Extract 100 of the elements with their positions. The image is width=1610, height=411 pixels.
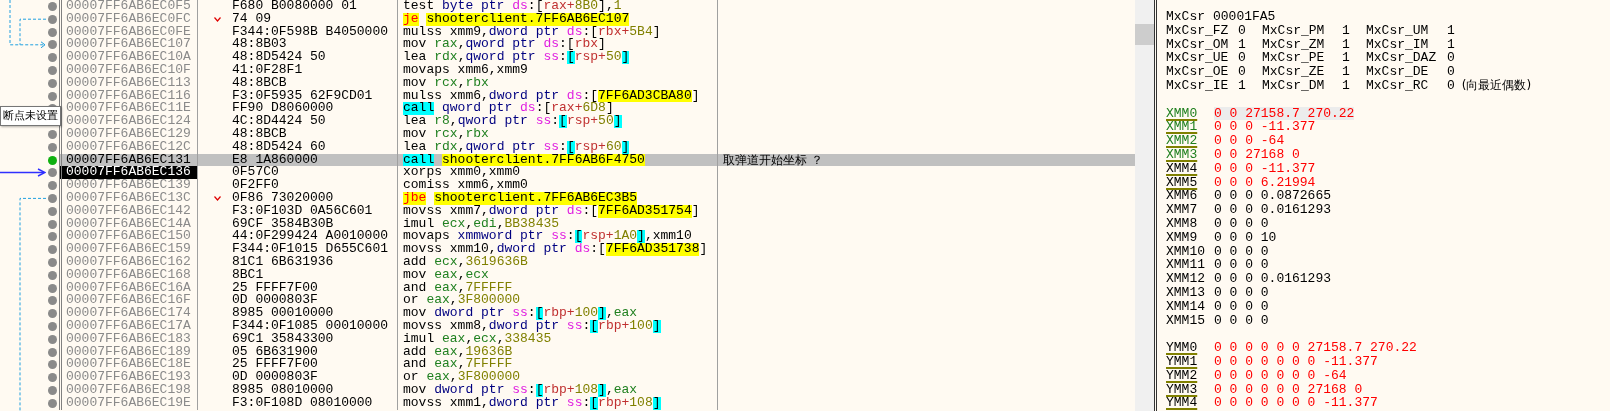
register-name[interactable]: XMM1 <box>1166 120 1214 135</box>
register-value[interactable]: 0 0 0 0 0 0 27168 0 <box>1214 382 1363 397</box>
breakpoint-dot-icon[interactable] <box>48 78 57 88</box>
register-name[interactable]: XMM8 <box>1166 216 1214 231</box>
register-value[interactable]: 0 0 0 0 0 0 0 -11.377 <box>1214 354 1378 369</box>
flag-value: 1 <box>1447 37 1455 52</box>
register-value[interactable]: 0 0 0 0 <box>1214 285 1269 300</box>
comment-cell: 取弹道开始坐标 ？ <box>723 152 823 167</box>
breakpoint-dot-icon[interactable] <box>48 91 57 101</box>
breakpoint-dot-icon[interactable] <box>48 245 57 255</box>
register-value[interactable]: 0 0 0 0.0161293 <box>1214 203 1332 217</box>
register-value[interactable]: 0 0 0 0 0 0 0 -64 <box>1214 368 1347 383</box>
register-name[interactable]: XMM15 <box>1166 313 1214 328</box>
address-cell: 00007FF6AB6EC189 <box>59 345 198 359</box>
flag-value: 0 <box>1447 79 1455 93</box>
register-name[interactable]: XMM6 <box>1166 189 1214 204</box>
breakpoint-dot-icon[interactable] <box>48 257 57 267</box>
bytes-cell: 44:0F299424 A0010000 <box>232 228 389 244</box>
breakpoint-dot-icon[interactable] <box>48 2 57 11</box>
breakpoint-dot-icon[interactable] <box>48 155 57 165</box>
address-cell: 00007FF6AB6EC0F5 <box>59 0 198 13</box>
register-value[interactable]: 0 0 0 -64 <box>1214 134 1285 148</box>
breakpoint-dot-icon[interactable] <box>48 385 57 395</box>
breakpoint-dot-icon[interactable] <box>48 14 57 24</box>
register-value[interactable]: 0 0 0 0 <box>1214 258 1269 273</box>
register-name[interactable]: XMM2 <box>1166 134 1214 148</box>
register-name[interactable]: XMM3 <box>1166 147 1214 162</box>
register-name[interactable]: YMM3 <box>1166 382 1214 397</box>
breakpoint-dot-icon[interactable] <box>48 296 57 306</box>
address-cell: 00007FF6AB6EC150 <box>59 230 198 244</box>
register-value[interactable]: 0 0 0 0 <box>1214 216 1269 231</box>
address-cell: 00007FF6AB6EC107 <box>59 38 198 52</box>
breakpoint-dot-icon[interactable] <box>48 129 57 139</box>
address-cell: 00007FF6AB6EC162 <box>59 255 198 269</box>
register-name[interactable]: YMM4 <box>1166 396 1214 411</box>
flag-name: MxCsr_OE <box>1166 65 1230 79</box>
register-value[interactable]: 0 0 0 10 <box>1214 230 1277 245</box>
breakpoint-dot-icon[interactable] <box>48 334 57 344</box>
flag-value: 1 <box>1342 79 1350 93</box>
breakpoint-dot-icon[interactable] <box>48 219 57 229</box>
register-value[interactable]: 0 0 0 -11.377 <box>1214 161 1316 176</box>
breakpoint-dot-icon[interactable] <box>48 181 57 191</box>
register-name[interactable]: XMM12 <box>1166 272 1214 286</box>
bytes-cell: 48:8BCB <box>232 74 287 90</box>
scrollbar-thumb[interactable] <box>1135 24 1154 45</box>
flag-name: MxCsr_OM <box>1166 37 1230 52</box>
breakpoint-dot-icon[interactable] <box>48 168 57 178</box>
breakpoint-dot-icon[interactable] <box>48 309 57 319</box>
breakpoint-dot-icon[interactable] <box>48 40 57 50</box>
register-value[interactable]: 0 0 0 0 0 0 27158.7 270.22 <box>1214 341 1417 355</box>
breakpoint-dot-icon[interactable] <box>48 321 57 331</box>
register-name[interactable]: YMM0 <box>1166 341 1214 355</box>
register-value[interactable]: 0 0 0 -11.377 <box>1214 120 1316 135</box>
register-name[interactable]: XMM7 <box>1166 203 1214 217</box>
breakpoint-dot-icon[interactable] <box>48 206 57 216</box>
register-value[interactable]: 0 0 0 0.0872665 <box>1214 189 1332 204</box>
breakpoint-dot-icon[interactable] <box>48 360 57 370</box>
address-cell: 00007FF6AB6EC0FC <box>59 12 198 26</box>
register-value[interactable]: 0 0 0 0 <box>1214 299 1269 314</box>
register-value[interactable]: 0 0 0 0 <box>1214 244 1269 259</box>
breakpoint-dot-icon[interactable] <box>48 270 57 280</box>
breakpoint-dot-icon[interactable] <box>48 283 57 293</box>
register-name[interactable]: YMM2 <box>1166 368 1214 383</box>
register-value[interactable]: 0 0 0 0 0 0 0 -11.377 <box>1214 396 1378 411</box>
register-name[interactable]: XMM13 <box>1166 285 1214 300</box>
register-name[interactable]: XMM5 <box>1166 175 1214 190</box>
register-name[interactable]: XMM11 <box>1166 258 1214 273</box>
bytes-cell: 8BC1 <box>232 266 264 282</box>
breakpoint-dot-icon[interactable] <box>48 27 57 37</box>
register-name[interactable]: XMM4 <box>1166 161 1214 176</box>
register-name[interactable]: XMM0 <box>1166 106 1214 121</box>
register-name[interactable]: YMM1 <box>1166 354 1214 369</box>
register-value[interactable]: 0 0 0 0 <box>1214 313 1269 328</box>
flag-name: MxCsr_ZM <box>1262 37 1326 52</box>
register-name[interactable]: XMM14 <box>1166 299 1214 314</box>
bytes-cell: 48:8B03 <box>232 36 287 52</box>
breakpoint-dot-icon[interactable] <box>48 193 57 203</box>
register-value[interactable]: 0 0 27168 0 <box>1214 147 1300 162</box>
flag-value: 1 <box>1238 79 1246 93</box>
register-name[interactable]: XMM9 <box>1166 230 1214 245</box>
flag-name: MxCsr_UE <box>1166 51 1230 66</box>
breakpoint-dot-icon[interactable] <box>48 53 57 63</box>
register-name[interactable]: XMM10 <box>1166 244 1214 259</box>
instruction-cell: movaps xmm6,xmm9 <box>403 62 528 77</box>
flag-value: 0 <box>1238 51 1246 66</box>
bytes-cell: F3:0F108D 08010000 <box>232 394 373 410</box>
breakpoint-dot-icon[interactable] <box>48 66 57 75</box>
breakpoint-dot-icon[interactable] <box>48 373 57 383</box>
scrollbar[interactable] <box>1135 0 1154 411</box>
flag-name: MxCsr_DM <box>1262 79 1326 93</box>
breakpoint-dot-icon[interactable] <box>48 232 57 242</box>
register-value[interactable]: 0 0 0 6.21994 <box>1214 175 1316 190</box>
instruction-cell: test byte ptr ds:[rax+8B0],1 <box>403 0 622 13</box>
breakpoint-dot-icon[interactable] <box>48 142 57 152</box>
breakpoint-dot-icon[interactable] <box>48 398 57 408</box>
flag-name: MxCsr_UM <box>1366 23 1430 38</box>
flag-name: MxCsr_DE <box>1366 65 1430 79</box>
flag-name: MxCsr_RC <box>1366 79 1430 93</box>
breakpoint-dot-icon[interactable] <box>48 347 57 357</box>
register-value[interactable]: 0 0 0 0.0161293 <box>1214 272 1332 286</box>
